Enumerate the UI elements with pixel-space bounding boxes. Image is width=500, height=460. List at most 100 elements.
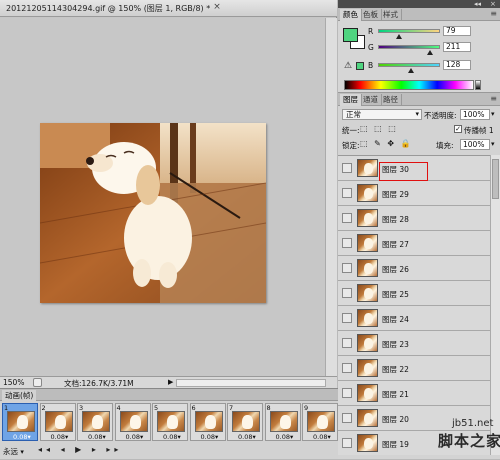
layer-thumbnail [357, 234, 378, 252]
tab-color[interactable]: 颜色 [340, 9, 362, 21]
tab-paths[interactable]: 路径 [380, 94, 402, 106]
visibility-toggle-icon[interactable] [342, 413, 352, 423]
layer-row[interactable]: 图层 25 [338, 281, 490, 306]
visibility-toggle-icon[interactable] [342, 288, 352, 298]
close-icon[interactable]: × [211, 2, 223, 14]
channel-b-slider[interactable] [378, 63, 440, 67]
tab-channels[interactable]: 通道 [360, 94, 382, 106]
visibility-toggle-icon[interactable] [342, 188, 352, 198]
animation-frame[interactable]: 8 0.08▾ [264, 403, 301, 441]
close-icon[interactable]: × [490, 0, 496, 8]
zoom-level[interactable]: 150% [3, 378, 24, 387]
fill-dropdown-icon[interactable]: ▾ [491, 140, 495, 148]
layer-row[interactable]: 图层 27 [338, 231, 490, 256]
visibility-toggle-icon[interactable] [342, 313, 352, 323]
collapse-icon[interactable]: ◂◂ [474, 0, 481, 8]
tab-layers[interactable]: 图层 [340, 94, 362, 106]
tab-swatches[interactable]: 色板 [360, 9, 382, 21]
fill-input[interactable]: 100% [460, 139, 490, 150]
status-bar: 150% 文档:126.7K/3.71M ▶ [0, 376, 337, 388]
frame-delay[interactable]: 0.08▾ [13, 433, 31, 441]
canvas-area[interactable] [0, 18, 325, 376]
layer-row[interactable]: 图层 22 [338, 356, 490, 381]
channel-r-value[interactable]: 79 [443, 26, 471, 36]
vertical-scrollbar[interactable] [325, 18, 337, 376]
layers-scrollbar[interactable] [490, 155, 500, 455]
channel-g-thumb[interactable] [427, 50, 433, 55]
panel-menu-icon[interactable]: ≡ [490, 94, 497, 103]
puppy-image [40, 123, 266, 303]
frame-delay[interactable]: 0.08▾ [313, 433, 331, 441]
panel-menu-icon[interactable]: ≡ [490, 9, 497, 18]
horizontal-scrollbar[interactable] [176, 379, 326, 387]
unify-buttons-icon[interactable]: ⬚ ⬚ ⬚ [360, 124, 398, 133]
layer-row[interactable]: 图层 21 [338, 381, 490, 406]
zoom-icon[interactable] [33, 378, 42, 387]
status-menu-arrow-icon[interactable]: ▶ [168, 378, 173, 386]
visibility-toggle-icon[interactable] [342, 338, 352, 348]
layer-thumbnail [357, 309, 378, 327]
frame-delay[interactable]: 0.08▾ [201, 433, 219, 441]
loop-select[interactable]: 永远 ▾ [3, 446, 24, 457]
layer-row[interactable]: 图层 23 [338, 331, 490, 356]
frame-delay[interactable]: 0.08▾ [276, 433, 294, 441]
document-window: 20121205114304294.gif @ 150% (图层 1, RGB/… [0, 0, 337, 388]
layer-row[interactable]: 图层 24 [338, 306, 490, 331]
animation-frame[interactable]: 5 0.08▾ [152, 403, 188, 441]
layer-thumbnail [357, 159, 378, 177]
puppy-photo[interactable] [40, 123, 266, 303]
web-safe-swatch[interactable] [356, 62, 364, 70]
visibility-toggle-icon[interactable] [342, 363, 352, 373]
animation-frame[interactable]: 3 0.08▾ [77, 403, 113, 441]
channel-g-slider[interactable] [378, 45, 440, 49]
channel-b-value[interactable]: 128 [443, 60, 471, 70]
opacity-dropdown-icon[interactable]: ▾ [491, 110, 495, 118]
visibility-toggle-icon[interactable] [342, 163, 352, 173]
visibility-toggle-icon[interactable] [342, 388, 352, 398]
animation-panel: 动画(帧) 1 0.08▾ 2 0.08▾ 3 0.08▾ 4 0.08▾ 5 0.08▾ 6 0.0… [0, 388, 338, 459]
visibility-toggle-icon[interactable] [342, 238, 352, 248]
propagate-frame-checkbox[interactable]: ✓ [454, 125, 462, 133]
tab-animation-frames[interactable]: 动画(帧) [2, 390, 37, 401]
tab-styles[interactable]: 样式 [380, 9, 402, 21]
animation-frame[interactable]: 7 0.08▾ [227, 403, 263, 441]
document-tab[interactable]: 20121205114304294.gif @ 150% (图层 1, RGB/… [0, 0, 337, 17]
channel-b-thumb[interactable] [408, 68, 414, 73]
channel-g-value[interactable]: 211 [443, 42, 471, 52]
frame-delay[interactable]: 0.08▾ [163, 433, 181, 441]
animation-frame[interactable]: 2 0.08▾ [39, 403, 76, 441]
visibility-toggle-icon[interactable] [342, 213, 352, 223]
layer-row[interactable]: 图层 28 [338, 206, 490, 231]
layer-row[interactable]: 图层 26 [338, 256, 490, 281]
animation-frame[interactable]: 4 0.08▾ [114, 403, 151, 441]
black-white-ramp[interactable] [475, 80, 481, 90]
lock-buttons-icon[interactable]: ⬚ ✎ ✥ 🔒 [360, 139, 413, 148]
animation-frame[interactable]: 6 0.08▾ [189, 403, 226, 441]
animation-frame[interactable]: 9 0.08▾ [302, 403, 338, 441]
visibility-toggle-icon[interactable] [342, 438, 352, 448]
frame-delay[interactable]: 0.08▾ [238, 433, 256, 441]
frame-delay[interactable]: 0.08▾ [126, 433, 144, 441]
gamut-warning-icon[interactable]: ⚠ [344, 61, 352, 71]
frame-thumbnail [82, 411, 110, 432]
scrollbar-thumb[interactable] [492, 159, 499, 199]
frame-thumbnail [232, 411, 260, 432]
layer-row[interactable]: 图层 29 [338, 181, 490, 206]
color-spectrum-bar[interactable] [344, 80, 474, 90]
channel-r-thumb[interactable] [396, 34, 402, 39]
panel-dock-bar: ◂◂ × [338, 0, 500, 8]
frame-delay[interactable]: 0.08▾ [88, 433, 106, 441]
opacity-input[interactable]: 100% [460, 109, 490, 120]
playback-buttons-icon[interactable]: ◂◂ ◂ ▶ ▸ ▸▸ [38, 445, 122, 454]
channel-r-label: R [368, 27, 374, 36]
layer-thumbnail [357, 334, 378, 352]
blend-mode-select[interactable]: 正常 ▾ [342, 109, 422, 120]
foreground-color-swatch[interactable] [343, 28, 358, 42]
channel-r-slider[interactable] [378, 29, 440, 33]
visibility-toggle-icon[interactable] [342, 263, 352, 273]
animation-frame[interactable]: 1 0.08▾ [2, 403, 38, 441]
frame-thumbnail [194, 411, 223, 432]
frame-delay[interactable]: 0.08▾ [51, 433, 69, 441]
frame-thumbnail [269, 411, 298, 432]
layer-name: 图层 22 [382, 365, 409, 374]
